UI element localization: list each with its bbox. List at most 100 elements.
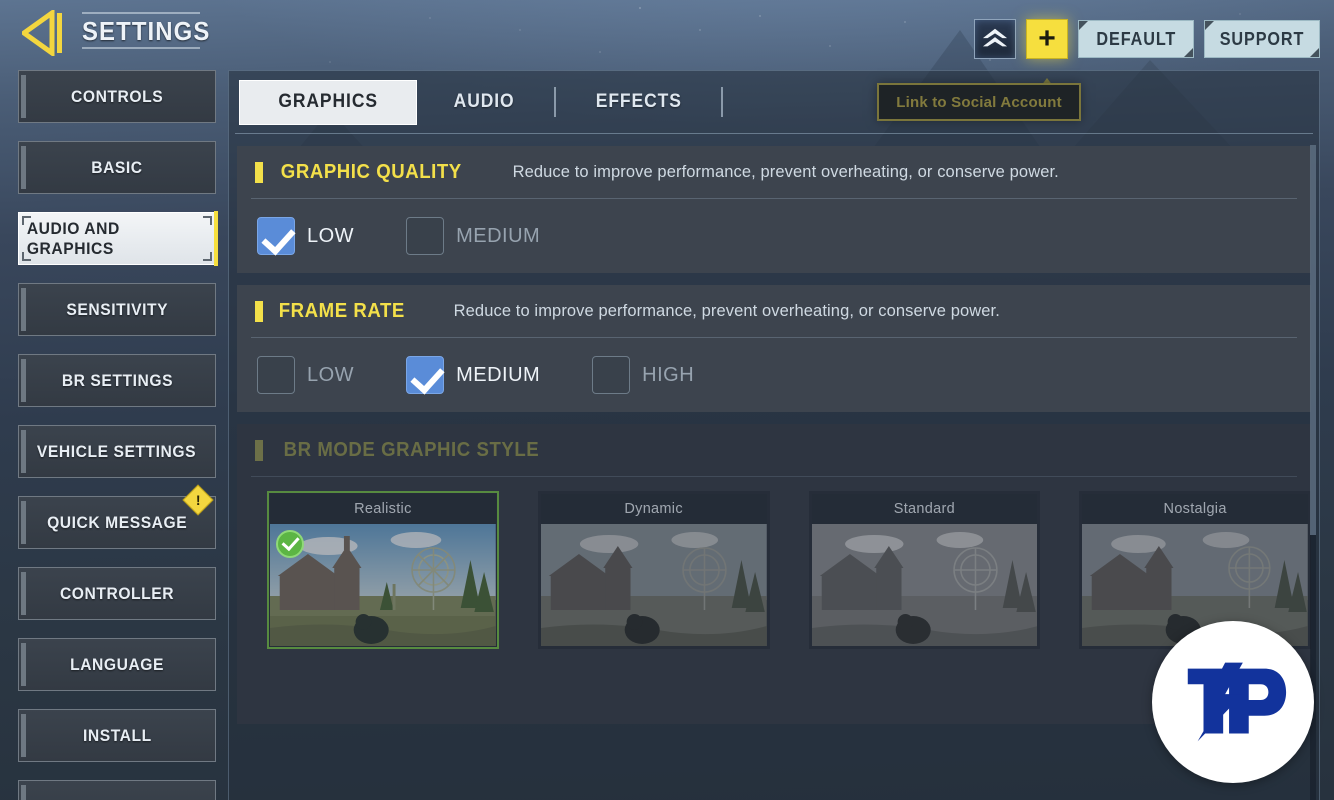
item-accent-bar: [21, 146, 26, 189]
option-label: MEDIUM: [456, 224, 541, 247]
frame-rate-options: LOW MEDIUM HIGH: [237, 338, 1311, 412]
section-accent-bar: [255, 439, 263, 461]
tab-label: GRAPHICS: [278, 91, 378, 112]
item-accent-bar: [21, 643, 26, 686]
tp-logo-icon: [1187, 662, 1287, 742]
section-description: Reduce to improve performance, prevent o…: [453, 301, 1000, 320]
selected-check-icon: [276, 530, 304, 558]
section-title-text: GRAPHIC QUALITY: [280, 160, 462, 183]
sidebar-item-label: QUICK MESSAGE: [46, 512, 188, 532]
br-style-standard[interactable]: Standard: [808, 491, 1041, 649]
tab-graphics[interactable]: GRAPHICS: [239, 79, 418, 125]
option-label: MEDIUM: [456, 363, 541, 386]
graphic-quality-option-medium[interactable]: MEDIUM: [406, 217, 540, 255]
option-label: LOW: [307, 363, 355, 386]
sidebar-item-audio-and-graphics[interactable]: AUDIO AND GRAPHICS: [18, 211, 218, 266]
tab-label: AUDIO: [453, 91, 515, 112]
item-accent-bar: [21, 359, 26, 402]
frame-rate-option-low[interactable]: LOW: [257, 356, 354, 394]
section-title: BR MODE GRAPHIC STYLE: [274, 439, 549, 462]
section-title: GRAPHIC QUALITY: [274, 161, 469, 184]
section-accent-bar: [255, 300, 263, 322]
header-actions: + DEFAULT SUPPORT: [974, 19, 1320, 90]
game-settings-screen: SETTINGS + DEFAULT SUPPORT Link to: [0, 0, 1334, 800]
item-accent-bar: [21, 430, 26, 473]
warning-badge-label: !: [195, 491, 201, 508]
checkbox-checked-icon[interactable]: [406, 356, 445, 394]
tab-effects[interactable]: EFFECTS: [558, 80, 720, 125]
frame-rate-option-medium[interactable]: MEDIUM: [406, 356, 540, 394]
thumbnail-image-standard: [811, 524, 1038, 646]
item-accent-bar: [21, 75, 26, 118]
checkbox-unchecked-icon[interactable]: [592, 356, 631, 394]
thumbnail-caption: Nostalgia: [1082, 494, 1308, 524]
section-frame-rate: FRAME RATE Reduce to improve performance…: [237, 285, 1311, 412]
graphic-quality-options: LOW MEDIUM: [237, 199, 1311, 273]
section-graphic-quality: GRAPHIC QUALITY Reduce to improve perfor…: [237, 146, 1311, 273]
section-header: BR MODE GRAPHIC STYLE: [237, 424, 1311, 476]
content-scrollbar-thumb[interactable]: [1310, 145, 1316, 535]
section-br-mode-graphic-style: BR MODE GRAPHIC STYLE Realistic Dynamic …: [237, 424, 1311, 724]
thumbnail-caption: Realistic: [270, 494, 496, 524]
default-button[interactable]: DEFAULT: [1078, 20, 1194, 58]
item-accent-bar: [21, 785, 26, 800]
sidebar-item-install[interactable]: INSTALL: [18, 709, 216, 762]
checkbox-unchecked-icon[interactable]: [406, 217, 445, 255]
sidebar-item-quick-message[interactable]: QUICK MESSAGE !: [18, 484, 216, 549]
sidebar-item-label: BASIC: [91, 157, 143, 177]
checkbox-unchecked-icon[interactable]: [257, 356, 295, 394]
sidebar-item-controller[interactable]: CONTROLLER: [18, 567, 216, 620]
section-description: Reduce to improve performance, prevent o…: [512, 162, 1059, 181]
br-style-nostalgia[interactable]: Nostalgia: [1079, 491, 1311, 649]
option-label: HIGH: [642, 363, 695, 386]
sidebar-item-partial[interactable]: [18, 780, 216, 800]
frame-rate-option-high[interactable]: HIGH: [592, 356, 694, 394]
section-accent-bar: [255, 161, 263, 183]
sidebar-item-label: VEHICLE SETTINGS: [37, 441, 197, 461]
sidebar-item-label: LANGUAGE: [70, 654, 164, 674]
sidebar-item-label: BR SETTINGS: [61, 370, 173, 390]
tab-separator: [721, 87, 724, 117]
item-accent-bar: [21, 714, 26, 757]
sidebar-item-sensitivity[interactable]: SENSITIVITY: [18, 283, 216, 336]
section-header: GRAPHIC QUALITY Reduce to improve perfor…: [237, 146, 1311, 198]
br-style-realistic[interactable]: Realistic: [267, 491, 499, 649]
tab-underline: [235, 133, 1313, 134]
sidebar-item-label: INSTALL: [82, 725, 152, 745]
add-account-button[interactable]: +: [1026, 19, 1068, 90]
rank-chevron-icon[interactable]: [974, 19, 1016, 59]
section-header: FRAME RATE Reduce to improve performance…: [237, 285, 1311, 337]
page-title: SETTINGS: [82, 16, 211, 46]
thumbnail-image-nostalgia: [1082, 524, 1308, 646]
default-button-label: DEFAULT: [1096, 28, 1176, 49]
sidebar-item-vehicle-settings[interactable]: VEHICLE SETTINGS: [18, 425, 216, 478]
br-style-thumbnail-row: Realistic Dynamic Standard Nostalgia: [237, 477, 1311, 649]
sidebar-item-label: CONTROLLER: [59, 583, 175, 603]
sidebar-item-br-settings[interactable]: BR SETTINGS: [18, 354, 216, 407]
sidebar-item-controls[interactable]: CONTROLS: [18, 70, 216, 123]
support-button[interactable]: SUPPORT: [1204, 20, 1320, 58]
thumbnail-image-realistic: [270, 524, 496, 646]
settings-sidebar[interactable]: CONTROLS BASIC AUDIO AND GRAPHICS SENSIT…: [18, 70, 218, 800]
watermark-logo: [1152, 621, 1314, 783]
tab-audio[interactable]: AUDIO: [417, 80, 551, 125]
plus-icon: +: [1038, 22, 1056, 55]
active-indicator: [214, 211, 218, 266]
section-title: FRAME RATE: [274, 300, 410, 323]
section-title-text: FRAME RATE: [278, 299, 405, 322]
sidebar-item-language[interactable]: LANGUAGE: [18, 638, 216, 691]
thumbnail-caption: Standard: [811, 494, 1038, 524]
item-accent-bar: [21, 501, 26, 544]
checkbox-checked-icon[interactable]: [257, 217, 295, 255]
thumbnail-caption: Dynamic: [540, 494, 767, 524]
br-style-dynamic[interactable]: Dynamic: [537, 491, 770, 649]
header-bar: SETTINGS + DEFAULT SUPPORT: [0, 0, 1334, 90]
item-accent-bar: [21, 572, 26, 615]
tab-label: EFFECTS: [595, 91, 682, 112]
graphic-quality-option-low[interactable]: LOW: [257, 217, 354, 255]
item-accent-bar: [21, 288, 26, 331]
sidebar-item-basic[interactable]: BASIC: [18, 141, 216, 194]
back-arrow-icon[interactable]: [22, 10, 66, 56]
title-rule-bottom: [82, 47, 200, 49]
support-button-label: SUPPORT: [1219, 28, 1305, 49]
